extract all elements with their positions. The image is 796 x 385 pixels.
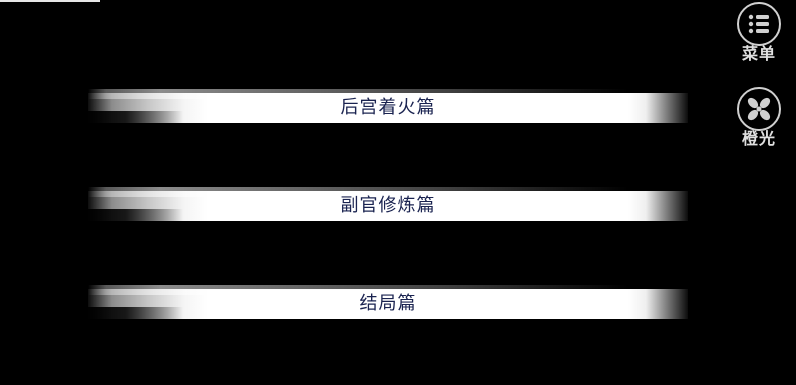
chapter-button-adjutant-training[interactable]: 副官修炼篇 (88, 187, 688, 221)
chapter-label: 后宫着火篇 (340, 97, 436, 118)
menu-button-circle (737, 2, 781, 46)
game-screen: 后宫着火篇 副官修炼篇 结局篇 菜单 橙光 (0, 0, 796, 385)
orange-light-button-circle (737, 87, 781, 131)
chapter-button-harem-fire[interactable]: 后宫着火篇 (88, 89, 688, 123)
top-edge-line (0, 0, 100, 2)
chapter-label: 结局篇 (359, 293, 417, 314)
orange-light-button[interactable]: 橙光 (734, 87, 784, 149)
chapter-button-ending[interactable]: 结局篇 (88, 285, 688, 319)
menu-button[interactable]: 菜单 (734, 2, 784, 64)
list-menu-icon (748, 14, 769, 34)
chapter-label: 副官修炼篇 (340, 195, 436, 216)
pinwheel-icon (747, 97, 771, 121)
